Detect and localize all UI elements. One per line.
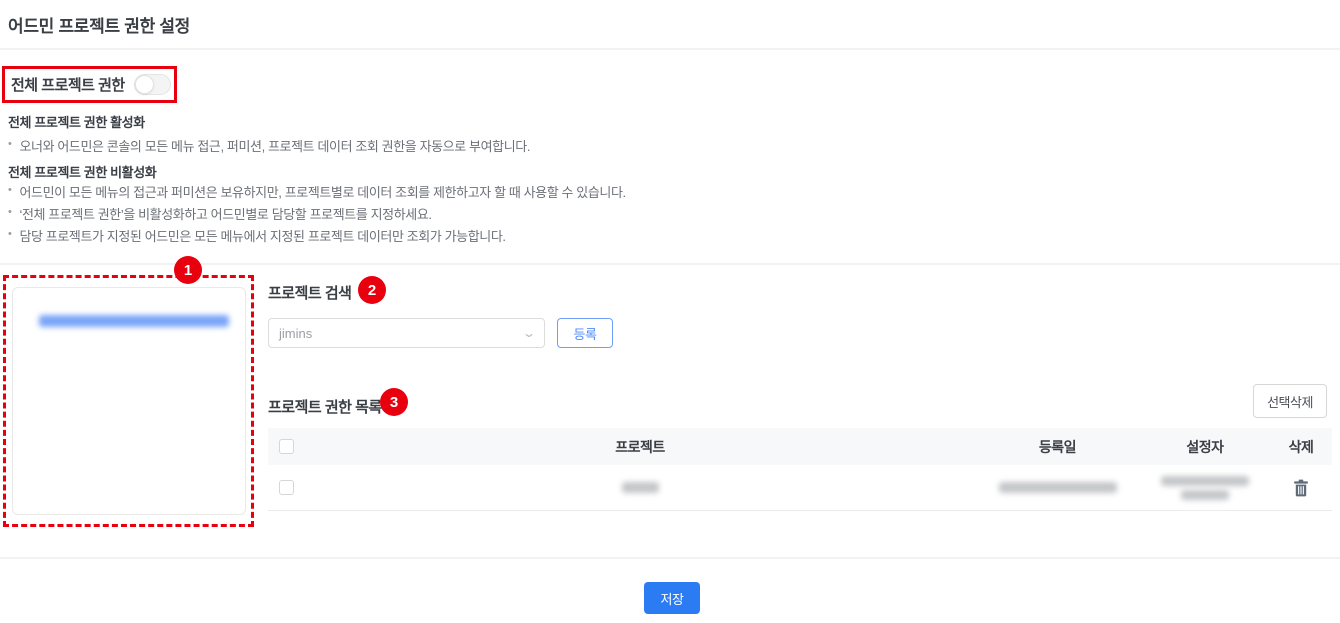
annotation-badge-1: 1 <box>174 256 202 284</box>
enable-heading: 전체 프로젝트 권한 활성화 <box>8 112 145 131</box>
annotation-red-box: 전체 프로젝트 권한 <box>2 66 177 103</box>
row-delete-cell <box>1270 477 1332 499</box>
disable-heading: 전체 프로젝트 권한 비활성화 <box>8 162 156 181</box>
header-configured-by: 설정자 <box>1140 437 1270 457</box>
header-select-all-cell <box>268 439 305 454</box>
permission-table: 프로젝트 등록일 설정자 삭제 <box>268 428 1332 511</box>
enable-bullet-1-text: 오너와 어드민은 콘솔의 모든 메뉴 접근, 퍼미션, 프로젝트 데이터 조회 … <box>19 136 530 155</box>
page-title: 어드민 프로젝트 권한 설정 <box>8 12 190 37</box>
register-button[interactable]: 등록 <box>557 318 613 348</box>
select-all-checkbox[interactable] <box>279 439 294 454</box>
disable-bullet-3: • 담당 프로젝트가 지정된 어드민은 모든 메뉴에서 지정된 프로젝트 데이터… <box>8 226 506 245</box>
row-owner-cell <box>1140 476 1270 500</box>
header-registered-date: 등록일 <box>975 437 1140 457</box>
header-delete: 삭제 <box>1270 437 1332 457</box>
divider-top <box>0 48 1340 50</box>
row-checkbox[interactable] <box>279 480 294 495</box>
disable-bullet-2-text: ‘전체 프로젝트 권한’을 비활성화하고 어드민별로 담당할 프로젝트를 지정하… <box>19 204 431 223</box>
row-select-cell <box>268 480 305 495</box>
bulk-delete-button[interactable]: 선택삭제 <box>1253 384 1327 418</box>
all-project-permission-toggle[interactable] <box>134 74 171 95</box>
permission-list-heading: 프로젝트 권한 목록 <box>268 396 382 417</box>
disable-bullet-1-text: 어드민이 모든 메뉴의 접근과 퍼미션은 보유하지만, 프로젝트별로 데이터 조… <box>19 182 625 201</box>
bullet-icon: • <box>8 226 11 245</box>
admin-list-panel <box>12 287 246 515</box>
masked-configured-by-line1 <box>1161 476 1249 486</box>
bullet-icon: • <box>8 136 11 155</box>
project-search-select-value: jimins <box>279 326 312 341</box>
masked-configured-by-line2 <box>1181 490 1229 500</box>
delete-row-button[interactable] <box>1291 477 1311 499</box>
toggle-knob-icon <box>135 75 154 94</box>
bullet-icon: • <box>8 204 11 223</box>
table-row <box>268 465 1332 511</box>
masked-project-name <box>622 482 659 493</box>
disable-bullet-2: • ‘전체 프로젝트 권한’을 비활성화하고 어드민별로 담당할 프로젝트를 지… <box>8 204 432 223</box>
project-search-heading: 프로젝트 검색 <box>268 282 351 303</box>
save-button[interactable]: 저장 <box>644 582 700 614</box>
project-search-select[interactable]: jimins ⌄ <box>268 318 545 348</box>
masked-admin-email-link[interactable] <box>39 315 229 327</box>
disable-bullet-3-text: 담당 프로젝트가 지정된 어드민은 모든 메뉴에서 지정된 프로젝트 데이터만 … <box>19 226 505 245</box>
row-project-cell <box>305 482 975 493</box>
all-project-permission-label: 전체 프로젝트 권한 <box>11 74 125 95</box>
masked-registered-date <box>999 482 1117 493</box>
trash-icon <box>1293 479 1309 497</box>
chevron-down-icon: ⌄ <box>522 326 536 340</box>
header-project: 프로젝트 <box>305 437 975 457</box>
bullet-icon: • <box>8 182 11 201</box>
row-date-cell <box>975 482 1140 493</box>
disable-bullet-1: • 어드민이 모든 메뉴의 접근과 퍼미션은 보유하지만, 프로젝트별로 데이터… <box>8 182 626 201</box>
divider-bottom <box>0 557 1340 559</box>
table-header-row: 프로젝트 등록일 설정자 삭제 <box>268 428 1332 465</box>
annotation-badge-2: 2 <box>358 276 386 304</box>
enable-bullet-1: • 오너와 어드민은 콘솔의 모든 메뉴 접근, 퍼미션, 프로젝트 데이터 조… <box>8 136 530 155</box>
annotation-badge-3: 3 <box>380 388 408 416</box>
